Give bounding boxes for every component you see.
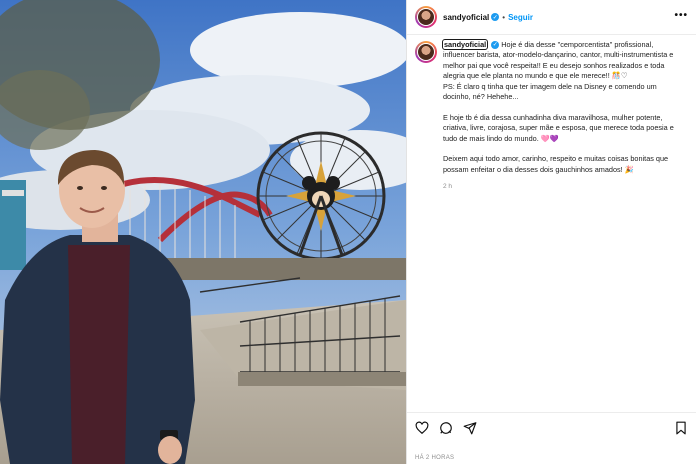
caption-text-2: E hoje tb é dia dessa cunhadinha diva ma… (443, 112, 674, 143)
post-panel: sandyoficial ✓ • Seguir ••• sandyoficial… (407, 0, 696, 464)
check-icon: ✓ (491, 13, 500, 21)
caption-text-ps: PS: É claro q tinha que ter imagem dele … (443, 81, 657, 102)
check-icon: ✓ (491, 41, 500, 50)
bookmark-icon[interactable] (674, 421, 688, 435)
caption-body: sandyoficial ✓ Hoje é dia desse "cemporc… (441, 39, 681, 192)
separator: • (502, 12, 506, 22)
comment-icon[interactable] (439, 421, 453, 435)
post-timestamp: HÁ 2 HORAS (415, 455, 455, 461)
heart-icon[interactable] (415, 421, 429, 435)
caption-username[interactable]: sandyoficial (441, 39, 489, 50)
caption-text-3: Deixem aqui todo amor, carinho, respeito… (443, 154, 669, 174)
follow-button[interactable]: Seguir (508, 13, 533, 22)
action-bar (407, 412, 696, 443)
avatar[interactable] (415, 6, 437, 28)
avatar[interactable] (415, 41, 437, 63)
caption: sandyoficial ✓ Hoje é dia desse "cemporc… (415, 39, 687, 192)
send-icon[interactable] (463, 421, 477, 435)
post-photo[interactable] (0, 0, 406, 464)
post-header: sandyoficial ✓ • Seguir ••• (407, 0, 696, 35)
caption-time: 2 h (443, 182, 453, 190)
more-options-button[interactable]: ••• (674, 10, 688, 21)
username[interactable]: sandyoficial (443, 13, 489, 22)
